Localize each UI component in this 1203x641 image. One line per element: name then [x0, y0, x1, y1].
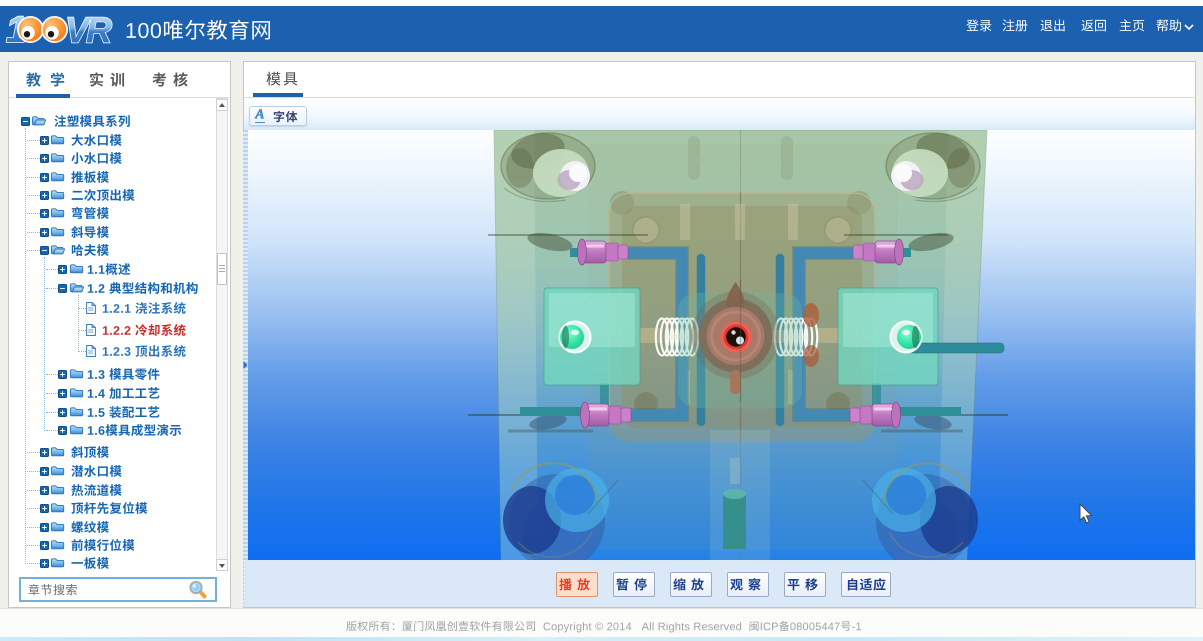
svg-text:VR: VR	[65, 10, 112, 51]
